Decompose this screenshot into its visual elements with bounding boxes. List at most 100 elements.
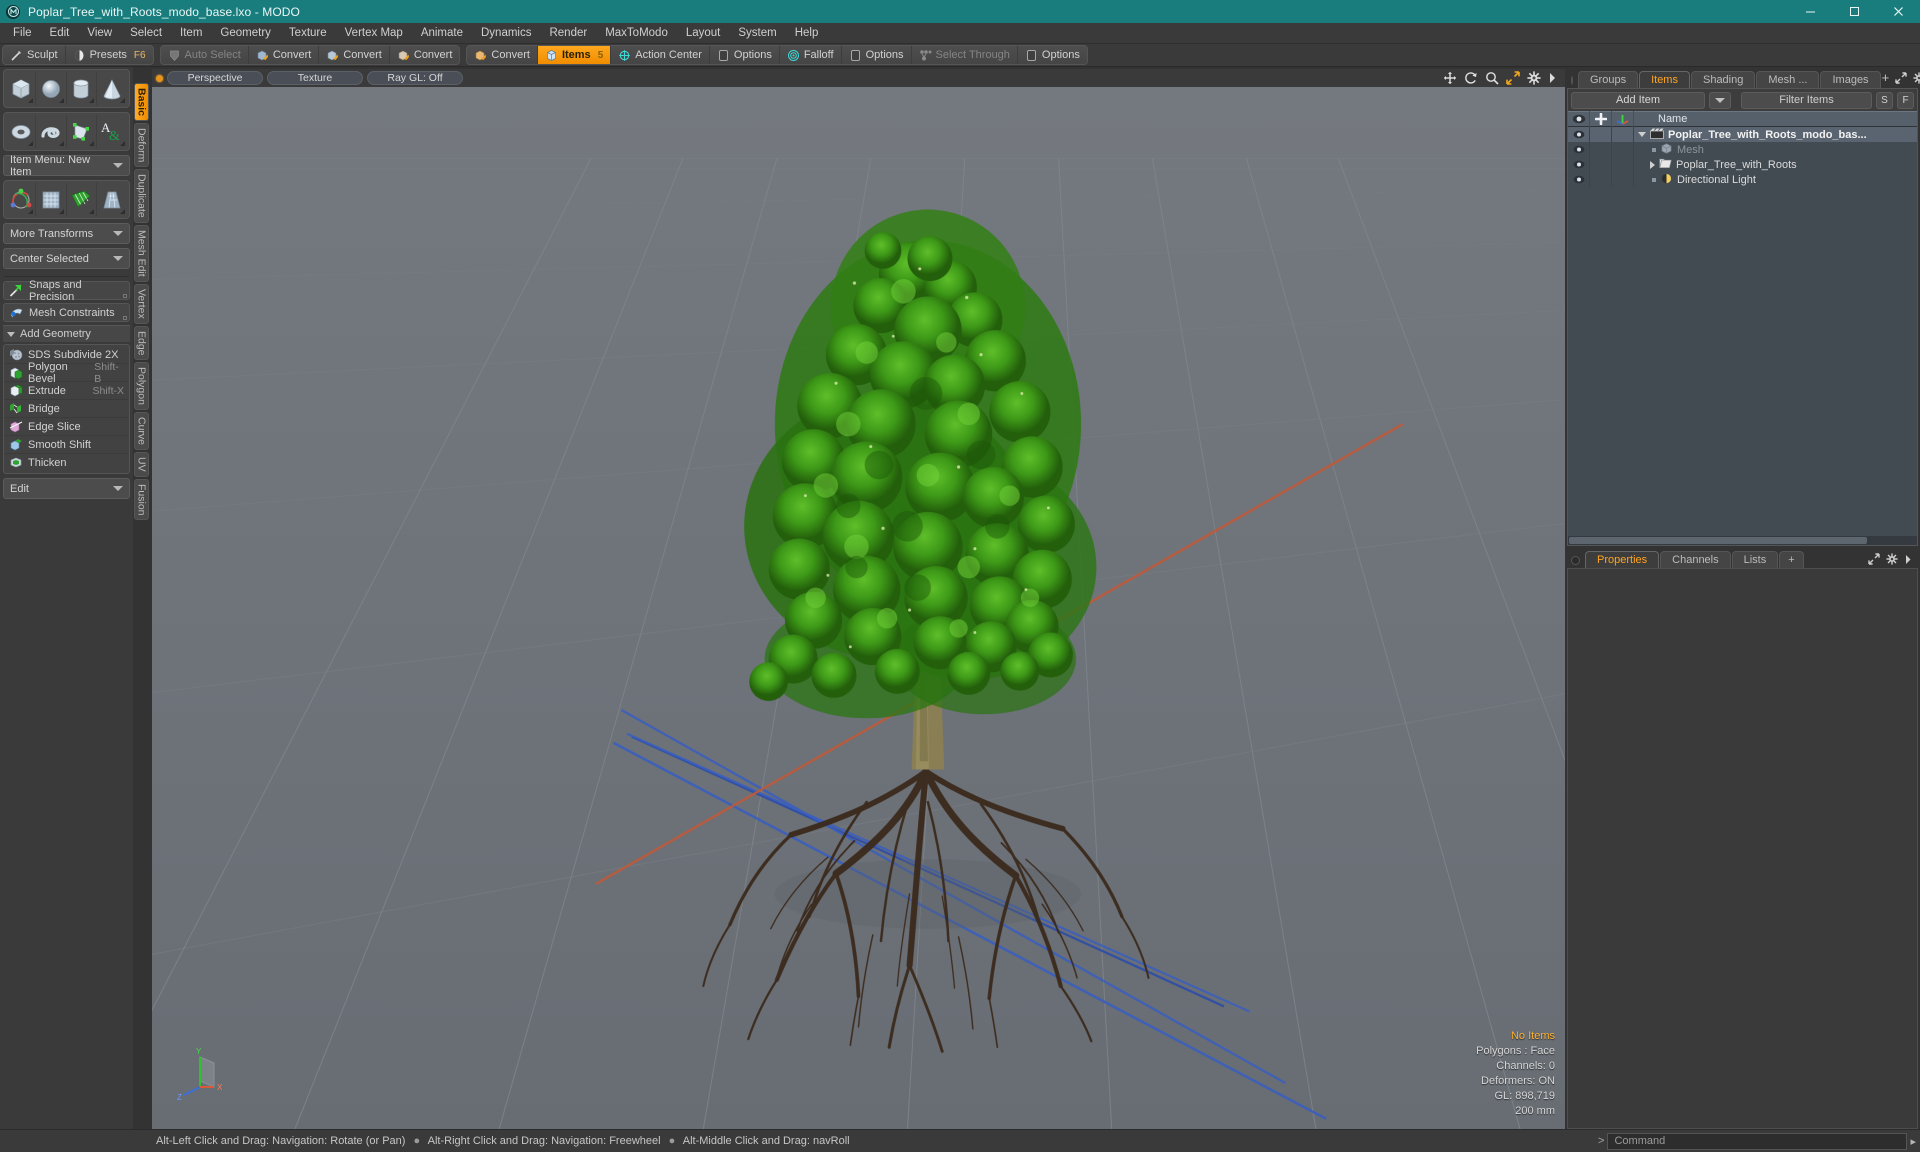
transform-tool[interactable] xyxy=(6,183,37,216)
vtab-fusion[interactable]: Fusion xyxy=(134,478,149,521)
menu-edit[interactable]: Edit xyxy=(41,25,79,41)
bend-tool[interactable] xyxy=(36,183,67,216)
center-selected-dropdown[interactable]: Center Selected xyxy=(3,248,130,269)
convert-item-button[interactable]: Convert xyxy=(467,46,538,64)
item-name-cell[interactable]: Directional Light xyxy=(1634,172,1917,188)
taper-tool[interactable] xyxy=(97,183,127,216)
menu-dynamics[interactable]: Dynamics xyxy=(472,25,540,41)
tool-bridge[interactable]: Bridge xyxy=(5,400,128,418)
visibility-toggle[interactable] xyxy=(1568,142,1590,157)
item-row-poplar-tree[interactable]: Poplar_Tree_with_Roots xyxy=(1568,157,1917,172)
view-mode-button[interactable]: Perspective xyxy=(167,71,263,85)
command-input[interactable]: Command xyxy=(1607,1132,1908,1150)
column-visibility[interactable] xyxy=(1568,111,1590,127)
menu-maxtomodo[interactable]: MaxToModo xyxy=(596,25,677,41)
vtab-uv[interactable]: UV xyxy=(134,452,149,477)
gear-icon[interactable] xyxy=(1886,553,1898,565)
text-tool[interactable]: A & xyxy=(97,115,127,148)
visibility-toggle[interactable] xyxy=(1568,172,1590,187)
raygl-button[interactable]: Ray GL: Off xyxy=(367,71,463,85)
sculpt-button[interactable]: Sculpt xyxy=(3,46,66,64)
action-center-button[interactable]: Action Center xyxy=(611,46,710,64)
zoom-view-icon[interactable] xyxy=(1485,71,1499,85)
item-menu-dropdown[interactable]: Item Menu: New Item xyxy=(3,154,130,178)
convert-vertex-button[interactable]: Convert xyxy=(248,46,320,64)
panel-menu-dot[interactable] xyxy=(1571,76,1573,85)
cube-tool[interactable] xyxy=(6,72,37,105)
visibility-toggle[interactable] xyxy=(1568,127,1590,142)
gear-icon[interactable] xyxy=(1913,71,1920,84)
chevron-right-icon[interactable] xyxy=(1548,72,1557,84)
tab-lists[interactable]: Lists xyxy=(1731,551,1779,568)
tab-mesh[interactable]: Mesh ... xyxy=(1756,71,1820,88)
menu-texture[interactable]: Texture xyxy=(280,25,336,41)
menu-system[interactable]: System xyxy=(729,25,785,41)
menu-layout[interactable]: Layout xyxy=(677,25,730,41)
menu-geometry[interactable]: Geometry xyxy=(211,25,280,41)
cylinder-tool[interactable] xyxy=(67,72,97,105)
menu-render[interactable]: Render xyxy=(540,25,596,41)
tool-smooth-shift[interactable]: Smooth Shift xyxy=(5,436,128,454)
item-row-directional-light[interactable]: Directional Light xyxy=(1568,172,1917,187)
item-name-cell[interactable]: Mesh xyxy=(1634,142,1917,158)
vtab-edge[interactable]: Edge xyxy=(134,325,149,361)
mesh-constraints-row[interactable]: Mesh Constraints xyxy=(3,303,130,322)
command-submit-icon[interactable]: ▸ xyxy=(1910,1135,1916,1148)
tab-channels[interactable]: Channels xyxy=(1660,551,1731,568)
spiral-tool[interactable] xyxy=(36,115,67,148)
gear-icon[interactable] xyxy=(1527,71,1541,85)
menu-vertex-map[interactable]: Vertex Map xyxy=(336,25,412,41)
tool-extrude[interactable]: Extrude Shift-X xyxy=(5,382,128,400)
chevron-down-icon[interactable] xyxy=(1638,132,1646,137)
shear-tool[interactable] xyxy=(67,183,97,216)
tab-groups[interactable]: Groups xyxy=(1578,71,1639,88)
more-transforms-dropdown[interactable]: More Transforms xyxy=(3,223,130,244)
menu-item[interactable]: Item xyxy=(171,25,211,41)
rotate-view-icon[interactable] xyxy=(1464,71,1478,85)
viewport-menu-dot[interactable] xyxy=(156,74,163,82)
presets-button[interactable]: Presets F6 xyxy=(65,46,153,64)
chevron-right-icon[interactable] xyxy=(1650,160,1655,169)
panel-menu-dot[interactable] xyxy=(1571,556,1580,565)
auto-select-button[interactable]: Auto Select xyxy=(160,46,249,64)
add-tab-button[interactable]: + xyxy=(1882,70,1890,85)
falloff-options-button[interactable]: Options xyxy=(841,46,912,64)
items-mode-button[interactable]: Items 5 xyxy=(537,46,612,64)
menu-select[interactable]: Select xyxy=(121,25,171,41)
edit-dropdown[interactable]: Edit xyxy=(3,478,130,499)
chevron-right-icon[interactable] xyxy=(1904,554,1912,565)
add-item-button[interactable]: Add Item xyxy=(1571,91,1705,109)
visibility-toggle[interactable] xyxy=(1568,157,1590,172)
column-name[interactable]: Name xyxy=(1634,111,1917,127)
vtab-vertex[interactable]: Vertex xyxy=(134,283,149,324)
minimize-button[interactable] xyxy=(1788,0,1832,23)
expand-corner-icon[interactable] xyxy=(123,294,127,298)
vtab-curve[interactable]: Curve xyxy=(134,412,149,451)
maximize-button[interactable] xyxy=(1832,0,1876,23)
filter-find-button[interactable]: F xyxy=(1897,91,1914,109)
tool-polygon-bevel[interactable]: Polygon Bevel Shift-B xyxy=(5,361,128,385)
snaps-and-precision-row[interactable]: Snaps and Precision xyxy=(3,279,130,303)
item-row-mesh[interactable]: Mesh xyxy=(1568,142,1917,157)
filter-items-input[interactable]: Filter Items xyxy=(1741,91,1872,109)
vtab-polygon[interactable]: Polygon xyxy=(134,362,149,411)
tab-properties[interactable]: Properties xyxy=(1585,551,1660,568)
action-center-options-button[interactable]: Options xyxy=(709,46,780,64)
vtab-duplicate[interactable]: Duplicate xyxy=(134,169,149,224)
scroll-thumb[interactable] xyxy=(1569,537,1868,544)
move-view-icon[interactable] xyxy=(1443,71,1457,85)
vtab-mesh-edit[interactable]: Mesh Edit xyxy=(134,225,149,282)
add-item-dropdown[interactable] xyxy=(1709,91,1731,109)
tab-shading[interactable]: Shading xyxy=(1690,71,1756,88)
item-name-cell[interactable]: Poplar_Tree_with_Roots xyxy=(1634,158,1917,172)
column-transform[interactable] xyxy=(1612,111,1634,127)
vtab-basic[interactable]: Basic xyxy=(134,83,149,122)
convert-polygon-button[interactable]: Convert xyxy=(389,46,460,64)
properties-add-tab[interactable]: + xyxy=(1779,551,1804,568)
shading-mode-button[interactable]: Texture xyxy=(267,71,363,85)
tool-thicken[interactable]: Thicken xyxy=(5,454,128,472)
menu-view[interactable]: View xyxy=(78,25,121,41)
select-through-options-button[interactable]: Options xyxy=(1017,46,1087,64)
falloff-button[interactable]: Falloff xyxy=(779,46,842,64)
menu-help[interactable]: Help xyxy=(786,25,828,41)
